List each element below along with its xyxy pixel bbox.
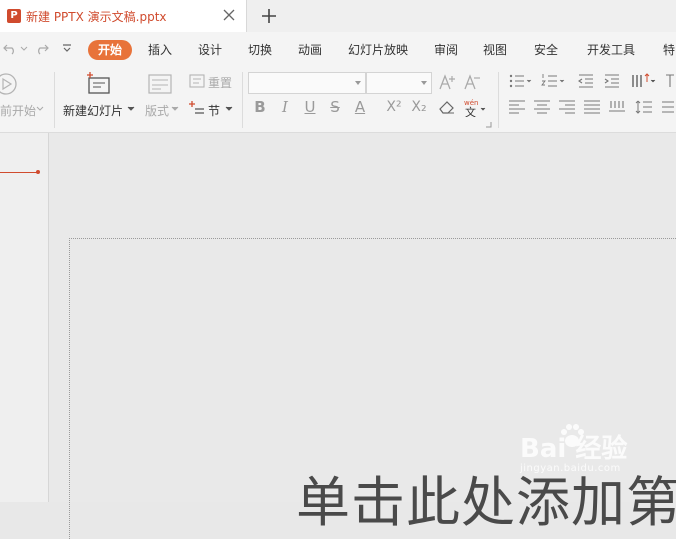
superscript-icon[interactable]: X² [385, 98, 403, 116]
section-dropdown-icon[interactable] [225, 106, 233, 112]
menu-item-more[interactable]: 特 [663, 40, 675, 60]
redo-icon[interactable] [35, 41, 49, 55]
slide-thumbnail-pane[interactable] [0, 133, 49, 502]
reset-label[interactable]: 重置 [208, 74, 232, 91]
menu-item-view[interactable]: 视图 [483, 40, 507, 60]
align-right-icon[interactable] [558, 99, 576, 115]
section-label[interactable]: 节 [208, 102, 220, 119]
paragraph-spacing-icon[interactable] [660, 99, 676, 115]
decrease-font-size-icon[interactable] [463, 72, 483, 92]
distributed-align-icon[interactable] [608, 99, 626, 115]
new-slide-icon[interactable] [86, 72, 112, 96]
menu-item-slideshow[interactable]: 幻灯片放映 [348, 40, 408, 60]
clear-format-eraser-icon[interactable] [438, 99, 456, 115]
chevron-down-icon [421, 81, 427, 85]
font-name-select[interactable] [248, 72, 366, 94]
quick-access-dropdown-icon[interactable] [61, 41, 73, 55]
decrease-indent-icon[interactable] [577, 72, 595, 90]
baidu-jingyan-watermark: Bai 经验 jingyan.baidu.com [520, 424, 627, 474]
font-color-icon[interactable]: A [351, 98, 369, 116]
play-icon[interactable] [0, 72, 20, 96]
menu-item-design[interactable]: 设计 [198, 40, 222, 60]
subscript-icon[interactable]: X₂ [410, 98, 428, 116]
ribbon-separator [498, 72, 499, 128]
menu-item-insert[interactable]: 插入 [148, 40, 172, 60]
document-title: 新建 PPTX 演示文稿.pptx [26, 10, 167, 24]
text-direction-icon[interactable] [664, 72, 676, 90]
underline-icon[interactable]: U [301, 98, 319, 116]
menu-item-transitions[interactable]: 切换 [248, 40, 272, 60]
paw-logo-icon [561, 424, 584, 447]
menu-item-review[interactable]: 审阅 [434, 40, 458, 60]
svg-text:文: 文 [465, 105, 476, 117]
layout-icon[interactable] [147, 73, 173, 95]
document-tab[interactable]: P 新建 PPTX 演示文稿.pptx [0, 0, 247, 32]
new-slide-dropdown-icon[interactable] [127, 106, 135, 112]
play-from-current-label[interactable]: 前开始 [0, 102, 36, 119]
menu-bar: 开始 插入 设计 切换 动画 幻灯片放映 审阅 视图 安全 开发工具 特 [0, 32, 676, 66]
align-center-icon[interactable] [533, 99, 551, 115]
menu-item-home[interactable]: 开始 [88, 40, 133, 60]
close-icon[interactable] [222, 8, 236, 22]
chevron-down-icon [355, 81, 361, 85]
new-tab-plus-icon[interactable] [259, 6, 279, 26]
line-spacing-columns-icon[interactable] [630, 72, 658, 90]
increase-indent-icon[interactable] [603, 72, 621, 90]
bullets-icon[interactable] [508, 72, 534, 90]
strikethrough-icon[interactable]: S [326, 98, 344, 116]
font-size-select[interactable] [366, 72, 432, 94]
layout-dropdown-icon[interactable] [171, 106, 179, 112]
layout-label[interactable]: 版式 [145, 102, 169, 119]
menu-item-animations[interactable]: 动画 [298, 40, 322, 60]
italic-icon[interactable]: I [276, 98, 294, 116]
ribbon-separator [54, 72, 55, 128]
undo-dropdown-icon[interactable] [20, 41, 28, 55]
ribbon-separator [242, 72, 243, 128]
watermark-url: jingyan.baidu.com [520, 463, 621, 474]
increase-font-size-icon[interactable] [438, 72, 458, 92]
play-dropdown-icon[interactable] [36, 106, 44, 112]
wps-presentation-icon: P [7, 9, 21, 23]
justify-icon[interactable] [583, 99, 601, 115]
thumbnail-insert-marker [0, 172, 38, 173]
menu-item-developer[interactable]: 开发工具 [587, 40, 635, 60]
menu-item-security[interactable]: 安全 [534, 40, 558, 60]
thumbnail-insert-marker-dot [36, 170, 40, 174]
section-icon[interactable] [189, 100, 205, 116]
line-spacing-icon[interactable] [635, 99, 653, 115]
align-left-icon[interactable] [508, 99, 526, 115]
font-dialog-launcher-icon[interactable] [486, 122, 492, 128]
reset-icon[interactable] [189, 74, 205, 88]
numbering-icon[interactable] [541, 72, 567, 90]
undo-icon[interactable] [3, 41, 17, 55]
bold-icon[interactable]: B [251, 98, 269, 116]
tab-bar: P 新建 PPTX 演示文稿.pptx [0, 0, 676, 32]
pinyin-guide-icon[interactable]: wén 文 [462, 97, 486, 117]
new-slide-label[interactable]: 新建幻灯片 [63, 102, 123, 119]
